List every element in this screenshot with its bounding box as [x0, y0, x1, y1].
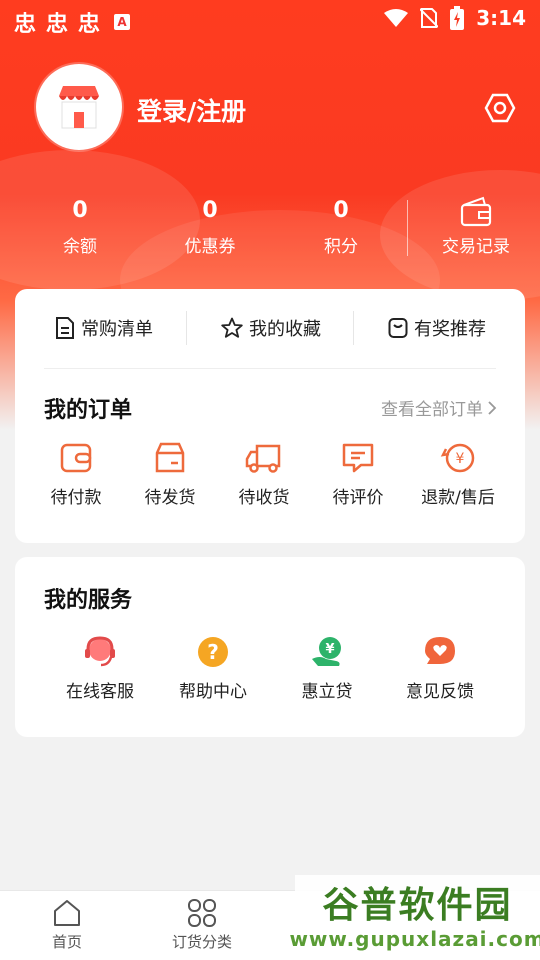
divider — [186, 311, 187, 345]
no-sim-icon — [420, 8, 439, 28]
box-icon — [155, 442, 185, 473]
settings-icon[interactable] — [484, 92, 516, 124]
view-all-orders-link[interactable]: 查看全部订单 — [381, 395, 497, 420]
pending-review-button[interactable]: 待评价 — [303, 441, 413, 508]
balance-stat[interactable]: 0 余额 — [25, 198, 135, 257]
star-icon — [221, 317, 243, 338]
orders-title: 我的订单 — [44, 398, 133, 423]
orders-card: 常购清单 我的收藏 有奖推荐 我的订单 查看全部订单 待付款 待发货 待收货 待… — [15, 289, 525, 543]
watermark: 谷普软件园 www.gupuxlazai.com — [289, 875, 540, 960]
help-center-button[interactable]: ? 帮助中心 — [158, 635, 268, 702]
wifi-icon — [384, 9, 409, 27]
view-all-orders-label: 查看全部订单 — [381, 400, 483, 420]
watermark-url: www.gupuxlazai.com — [289, 926, 540, 951]
svg-text:?: ? — [207, 640, 219, 664]
headset-icon — [85, 636, 115, 667]
status-bar: 忠 忠 忠 A 3:14 — [0, 0, 540, 40]
referral-reward-label: 有奖推荐 — [414, 319, 486, 340]
balance-label: 余额 — [63, 237, 97, 257]
online-service-button[interactable]: 在线客服 — [45, 635, 155, 702]
notification-icon: 忠 — [46, 12, 69, 37]
wallet-icon — [460, 196, 492, 227]
shop-icon — [59, 86, 99, 129]
loan-button[interactable]: ¥ 惠立贷 — [272, 635, 382, 702]
avatar[interactable] — [36, 64, 122, 150]
frequent-list-link[interactable]: 常购清单 — [55, 315, 153, 341]
feedback-button[interactable]: 意见反馈 — [385, 635, 495, 702]
services-card: 我的服务 在线客服 ? 帮助中心 ¥ 惠立贷 意见反馈 — [15, 557, 525, 737]
help-icon: ? — [198, 637, 228, 667]
nav-category-label: 订货分类 — [171, 933, 232, 951]
points-stat[interactable]: 0 积分 — [286, 198, 396, 257]
list-icon — [56, 317, 74, 339]
feedback-label: 意见反馈 — [406, 682, 474, 702]
referral-reward-link[interactable]: 有奖推荐 — [388, 315, 486, 341]
online-service-label: 在线客服 — [66, 682, 134, 702]
favorites-label: 我的收藏 — [249, 319, 321, 340]
loan-icon: ¥ — [312, 637, 341, 666]
trade-record-button[interactable]: 交易记录 — [436, 196, 516, 257]
comment-icon — [342, 443, 374, 473]
help-center-label: 帮助中心 — [179, 682, 247, 702]
notification-icon: 忠 — [78, 12, 101, 37]
points-label: 积分 — [324, 237, 358, 257]
refund-aftersale-label: 退款/售后 — [421, 488, 495, 508]
notification-icon: 忠 — [14, 12, 37, 37]
trade-record-label: 交易记录 — [442, 237, 510, 257]
order-status-row: 待付款 待发货 待收货 待评价 ¥ 退款/售后 — [15, 441, 525, 521]
favorites-link[interactable]: 我的收藏 — [221, 315, 321, 341]
app-badge-icon: A — [114, 14, 131, 30]
balance-value: 0 — [72, 198, 88, 223]
divider — [353, 311, 354, 345]
refund-icon: ¥ — [440, 443, 475, 473]
clock: 3:14 — [476, 6, 526, 30]
pending-review-label: 待评价 — [332, 488, 384, 508]
stats-divider — [407, 200, 408, 256]
truck-icon — [245, 444, 281, 473]
coupon-stat[interactable]: 0 优惠券 — [155, 198, 265, 257]
login-register-link[interactable]: 登录/注册 — [137, 92, 246, 128]
watermark-title: 谷普软件园 — [322, 884, 513, 926]
loan-label: 惠立贷 — [301, 682, 353, 702]
services-title: 我的服务 — [44, 588, 133, 613]
nav-home-label: 首页 — [51, 933, 82, 951]
wallet-icon — [60, 443, 92, 473]
home-icon — [54, 900, 80, 926]
nav-category[interactable]: 订货分类 — [152, 899, 252, 952]
quick-links: 常购清单 我的收藏 有奖推荐 — [15, 289, 525, 369]
divider — [44, 368, 496, 369]
services-row: 在线客服 ? 帮助中心 ¥ 惠立贷 意见反馈 — [15, 635, 525, 715]
category-icon — [188, 899, 216, 927]
gift-icon — [388, 318, 408, 338]
points-value: 0 — [333, 198, 349, 223]
svg-text:¥: ¥ — [325, 642, 334, 657]
refund-aftersale-button[interactable]: ¥ 退款/售后 — [403, 441, 513, 508]
chevron-right-icon — [488, 400, 497, 415]
frequent-list-label: 常购清单 — [81, 319, 153, 340]
coupon-label: 优惠券 — [184, 237, 236, 257]
coupon-value: 0 — [202, 198, 218, 223]
svg-text:¥: ¥ — [456, 451, 465, 467]
nav-home[interactable]: 首页 — [17, 899, 117, 952]
battery-icon — [450, 6, 465, 30]
feedback-icon — [425, 637, 455, 664]
